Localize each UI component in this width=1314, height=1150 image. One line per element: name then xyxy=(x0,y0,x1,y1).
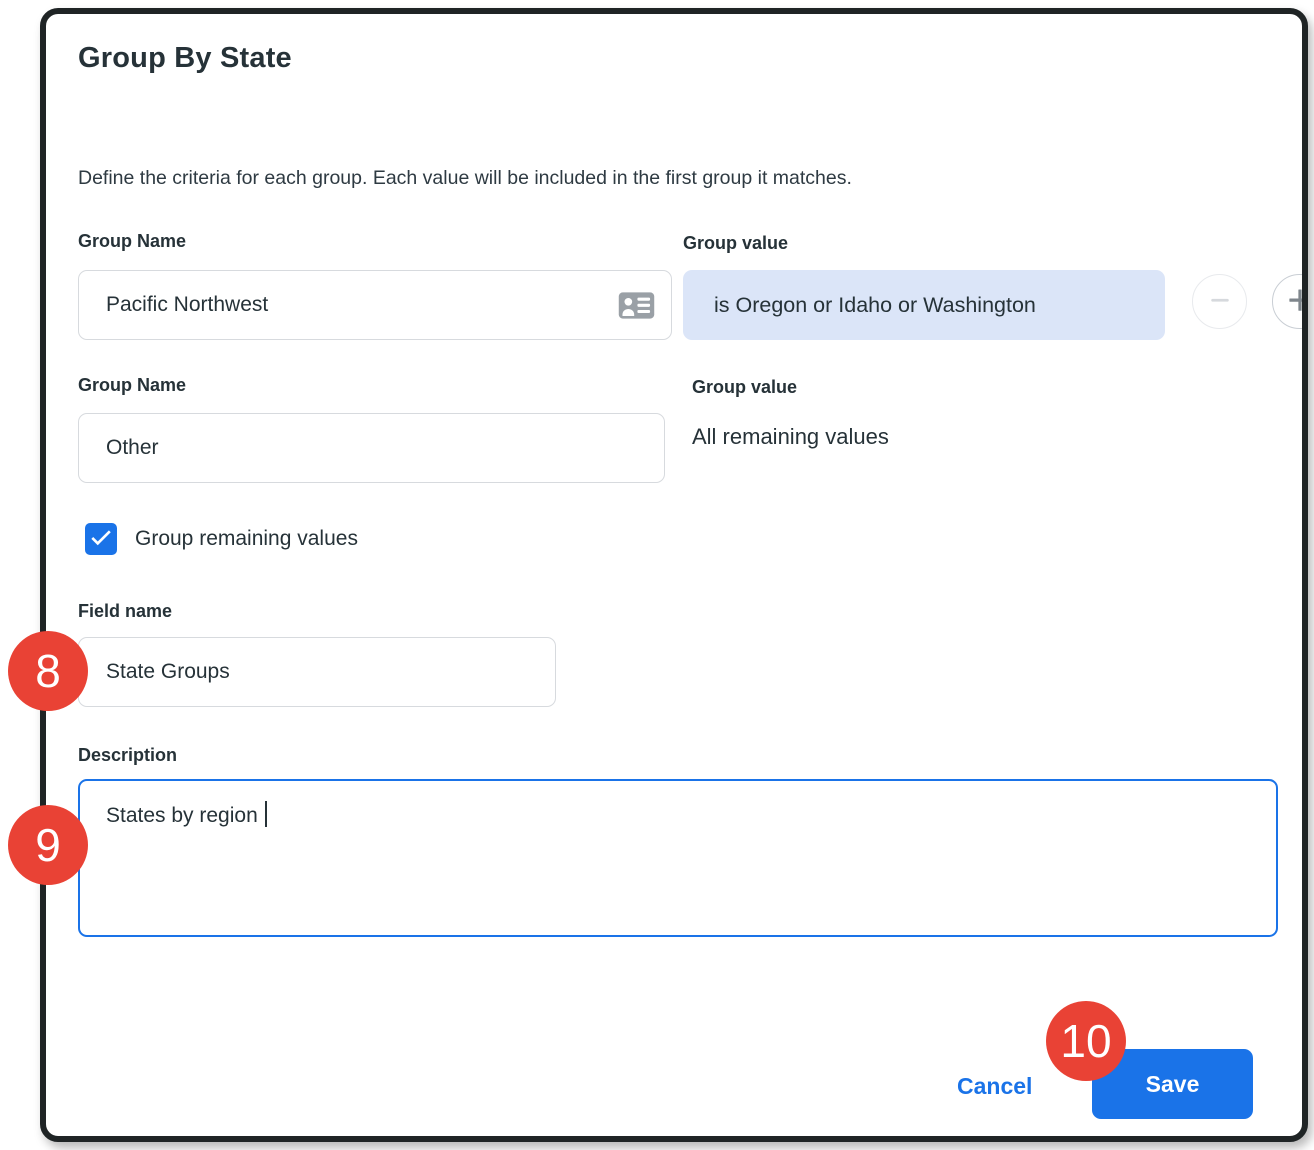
plus-icon xyxy=(1285,285,1309,318)
group-name-input-2[interactable] xyxy=(78,413,665,483)
field-name-field[interactable] xyxy=(106,660,539,684)
dialog-instruction: Define the criteria for each group. Each… xyxy=(78,167,852,190)
checkbox-checked[interactable] xyxy=(85,523,117,555)
group-name-label-1: Group Name xyxy=(78,231,186,252)
minus-icon xyxy=(1206,286,1234,317)
description-text: States by region xyxy=(106,804,258,827)
group-name-field-2[interactable] xyxy=(106,436,648,460)
all-remaining-values-text: All remaining values xyxy=(692,424,889,450)
field-name-input[interactable] xyxy=(78,637,556,707)
checkbox-label: Group remaining values xyxy=(135,527,358,551)
group-value-label-2: Group value xyxy=(692,377,797,398)
step-badge-8: 8 xyxy=(8,631,88,711)
remove-group-button[interactable] xyxy=(1192,274,1247,329)
cancel-button[interactable]: Cancel xyxy=(947,1067,1042,1106)
dialog-title: Group By State xyxy=(78,42,292,75)
add-group-button[interactable] xyxy=(1272,274,1308,329)
text-cursor xyxy=(265,801,267,827)
group-value-chip[interactable]: is Oregon or Idaho or Washington xyxy=(683,270,1165,340)
field-name-label: Field name xyxy=(78,601,172,622)
step-badge-10: 10 xyxy=(1046,1001,1126,1081)
group-name-label-2: Group Name xyxy=(78,375,186,396)
description-label: Description xyxy=(78,745,177,766)
group-remaining-checkbox-row[interactable]: Group remaining values xyxy=(85,523,358,555)
check-icon xyxy=(88,524,114,555)
contact-card-icon xyxy=(618,290,655,321)
step-badge-9: 9 xyxy=(8,805,88,885)
group-value-label-1: Group value xyxy=(683,233,788,254)
group-by-state-dialog: Group By State Define the criteria for e… xyxy=(40,8,1308,1142)
group-name-input-1[interactable] xyxy=(78,270,672,340)
group-name-field-1[interactable] xyxy=(106,293,618,317)
description-textarea[interactable]: States by region xyxy=(78,779,1278,937)
